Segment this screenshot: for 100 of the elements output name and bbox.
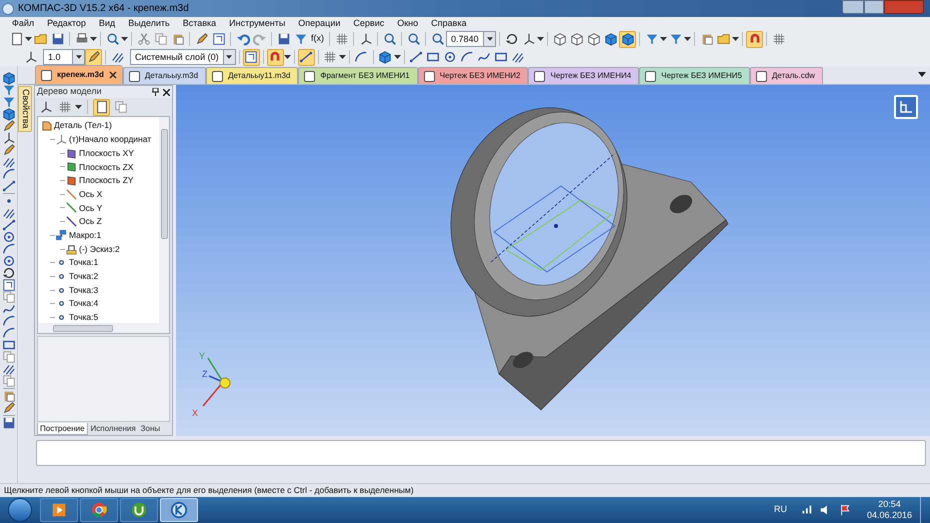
tree-item[interactable]: Точка:4: [38, 296, 159, 311]
tree-item[interactable]: Ось Y: [38, 201, 159, 215]
arc-icon[interactable]: [1, 168, 16, 180]
maximize-button[interactable]: [864, 0, 884, 14]
tree-item[interactable]: Точка:2: [38, 270, 159, 284]
document-tab[interactable]: Чертеж БЕЗ ИМЕНИ5: [639, 67, 750, 84]
caret-icon[interactable]: [483, 32, 495, 46]
hatch-icon[interactable]: [1, 363, 16, 375]
frame-icon[interactable]: [242, 48, 260, 66]
menu-item[interactable]: Сервис: [353, 16, 384, 30]
line-segment-icon[interactable]: [1, 180, 16, 192]
pencil-icon[interactable]: [85, 48, 102, 66]
document-tab[interactable]: Деталь.cdw: [750, 67, 823, 84]
zoom-field[interactable]: 0.7840: [446, 31, 496, 47]
tree-item[interactable]: Деталь (Тел-1): [38, 119, 159, 133]
menu-item[interactable]: Операции: [298, 16, 340, 30]
menu-item[interactable]: Инструменты: [229, 16, 286, 30]
tree-item[interactable]: Плоскость ZX: [38, 160, 159, 174]
document-tab[interactable]: Детальыу11.m3d: [206, 67, 298, 84]
horizontal-scrollbar[interactable]: [38, 323, 169, 333]
document-tab[interactable]: Чертеж БЕЗ ИМЕНИ4: [528, 67, 640, 84]
tree-item[interactable]: Плоскость XY: [38, 146, 159, 160]
menu-item[interactable]: Файл: [12, 16, 34, 30]
document-icon: [41, 70, 52, 80]
menu-item[interactable]: Редактор: [47, 16, 86, 30]
pencil-icon[interactable]: [1, 144, 16, 156]
hatch-icon[interactable]: [1, 207, 16, 219]
copy-icon[interactable]: [1, 351, 16, 363]
minimize-button[interactable]: [842, 0, 864, 14]
caret-icon[interactable]: [222, 50, 235, 64]
viewport[interactable]: Y Z X: [176, 85, 930, 436]
browser-icon[interactable]: [80, 498, 118, 522]
vertical-scrollbar[interactable]: [159, 117, 169, 323]
document-icon: [128, 70, 140, 82]
tree-item[interactable]: Ось X: [38, 187, 159, 202]
layer-field[interactable]: Системный слой (0): [130, 49, 236, 65]
save-icon[interactable]: [1, 417, 16, 429]
circle-icon[interactable]: [1, 255, 16, 267]
funnel-icon[interactable]: [1, 84, 16, 96]
hatch-icon[interactable]: [1, 156, 16, 168]
tree-item[interactable]: (-) Эскиз:2: [38, 242, 159, 256]
menu-item[interactable]: Выделить: [128, 16, 170, 30]
kompas-icon[interactable]: [160, 498, 198, 522]
menu-item[interactable]: Вид: [98, 16, 116, 30]
pencil-icon[interactable]: [1, 120, 16, 132]
tree-item[interactable]: Точка:5: [38, 310, 159, 323]
tree-item[interactable]: Плоскость ZY: [38, 174, 159, 188]
menu-item[interactable]: Справка: [431, 16, 466, 30]
document-tab[interactable]: Чертеж БЕЗ ИМЕНИ2: [418, 67, 528, 84]
line-segment-icon[interactable]: [298, 48, 315, 66]
pencil-icon[interactable]: [1, 402, 16, 414]
magnet-icon[interactable]: [266, 48, 284, 66]
cube-icon[interactable]: [619, 30, 636, 48]
properties-tab[interactable]: Свойства: [18, 86, 32, 132]
frame-icon[interactable]: [1, 279, 16, 291]
rotate-icon[interactable]: [1, 267, 16, 279]
funnel-icon[interactable]: [1, 96, 16, 108]
panel-tab[interactable]: Исполнения: [88, 423, 138, 435]
close-icon[interactable]: [163, 88, 170, 96]
start-button[interactable]: [8, 498, 32, 522]
formula-button[interactable]: f(x): [309, 32, 326, 46]
arc-icon[interactable]: [1, 315, 16, 327]
arc-icon[interactable]: [1, 327, 16, 339]
document-tab[interactable]: крепеж.m3d: [35, 65, 123, 84]
panel-title: Дерево модели: [37, 85, 103, 98]
tree-item[interactable]: Точка:1: [38, 256, 159, 270]
panel-tab[interactable]: Построение: [37, 423, 88, 435]
clock-date[interactable]: 04.06.2016: [866, 510, 912, 521]
menu-item[interactable]: Окно: [397, 16, 418, 30]
view-orientation-icon[interactable]: [894, 95, 918, 119]
clock-time[interactable]: 20:54: [878, 499, 901, 510]
language-indicator[interactable]: RU: [774, 503, 787, 517]
pin-icon[interactable]: [152, 88, 159, 96]
cube-icon[interactable]: [1, 108, 16, 120]
panel-tab[interactable]: Зоны: [138, 423, 162, 435]
document-tab[interactable]: Детальыу.m3d: [122, 67, 206, 84]
cube-icon[interactable]: [1, 72, 16, 84]
menu-item[interactable]: Вставка: [182, 16, 216, 30]
document-tab[interactable]: Фрагмент БЕЗ ИМЕНИ1: [298, 67, 418, 84]
tree-item[interactable]: Точка:3: [38, 283, 159, 297]
media-player-icon[interactable]: [40, 498, 78, 522]
copy-icon[interactable]: [1, 375, 16, 387]
tree-item[interactable]: (т)Начало координат: [38, 132, 159, 146]
close-icon[interactable]: [108, 71, 117, 79]
curve-icon[interactable]: [1, 303, 16, 315]
dropdown-icon[interactable]: [918, 72, 926, 77]
tree-item[interactable]: Ось Z: [38, 214, 159, 228]
new-document-icon[interactable]: [93, 98, 110, 116]
circle-icon[interactable]: [1, 231, 16, 243]
torrent-icon[interactable]: [120, 498, 158, 522]
arc-icon[interactable]: [1, 243, 16, 255]
part-model-drawing[interactable]: [450, 107, 728, 410]
rectangle-icon[interactable]: [1, 339, 16, 351]
command-field[interactable]: [36, 440, 926, 466]
magnet-icon[interactable]: [746, 30, 763, 48]
step-field[interactable]: 1.0: [43, 49, 85, 65]
tree-item[interactable]: Макро:1: [38, 228, 159, 242]
caret-icon[interactable]: [72, 50, 84, 64]
line-segment-icon[interactable]: [1, 219, 16, 231]
app-logo-icon: [2, 2, 14, 14]
